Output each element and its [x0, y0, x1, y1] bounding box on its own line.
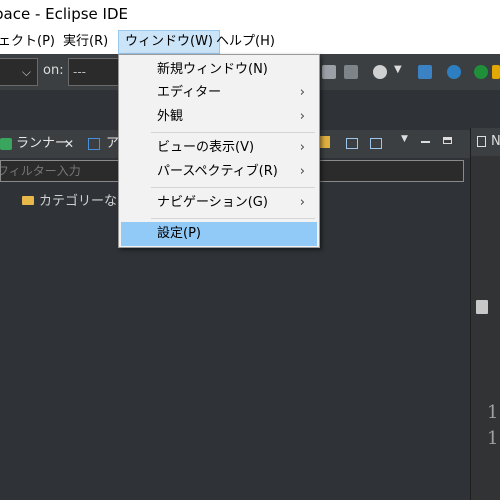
menu-bar: ェクト(P) 実行(R) ウィンドウ(W) ヘルプ(H) — [0, 30, 500, 54]
maximize-icon[interactable] — [443, 137, 452, 144]
submenu-arrow-icon: › — [299, 140, 305, 155]
menu-item-label: 新規ウィンドウ(N) — [157, 62, 268, 77]
launch-target-combo[interactable]: --- — [68, 58, 120, 86]
submenu-arrow-icon: › — [299, 85, 305, 100]
menu-item-perspective[interactable]: パースペクティブ(R) › — [121, 160, 317, 184]
close-tab-icon[interactable]: ✕ — [64, 130, 74, 158]
chevron-down-icon: ⌵ — [21, 65, 31, 79]
collapse-all-icon[interactable] — [346, 138, 358, 149]
save-all-icon[interactable] — [344, 65, 358, 79]
menu-item-new-window[interactable]: 新規ウィンドウ(N) — [121, 58, 317, 82]
menu-separator — [151, 187, 315, 188]
launch-target-value: --- — [73, 65, 86, 79]
menu-item-preferences[interactable]: 設定(P) — [121, 222, 317, 246]
window-menu-dropdown: 新規ウィンドウ(N) エディター › 外観 › ビューの表示(V) › パースペ… — [118, 54, 320, 248]
console-icon[interactable] — [418, 65, 432, 79]
menu-item-label: パースペクティブ(R) — [157, 164, 278, 179]
menu-item-editor[interactable]: エディター › — [121, 81, 317, 105]
menu-item-appearance[interactable]: 外観 › — [121, 105, 317, 129]
menu-separator — [151, 218, 315, 219]
outline-icon — [88, 138, 100, 150]
user-icon[interactable] — [373, 65, 387, 79]
minimize-icon[interactable] — [421, 141, 430, 143]
submenu-arrow-icon: › — [299, 164, 305, 179]
menu-item-label: ナビゲーション(G) — [157, 195, 268, 210]
settings-gear-icon[interactable] — [447, 65, 461, 79]
menu-run[interactable]: 実行(R) — [63, 30, 108, 54]
menu-item-navigation[interactable]: ナビゲーション(G) › — [121, 191, 317, 215]
menu-item-show-view[interactable]: ビューの表示(V) › — [121, 136, 317, 160]
tab-runner[interactable]: ランナー — [16, 130, 68, 158]
right-tab-label: N — [491, 134, 500, 149]
submenu-arrow-icon: › — [299, 109, 305, 124]
menu-help[interactable]: ヘルプ(H) — [216, 30, 275, 54]
runner-icon — [0, 138, 12, 150]
menu-project[interactable]: ェクト(P) — [0, 30, 55, 54]
tree-item-uncategorized[interactable]: カテゴリーなし — [22, 190, 130, 209]
new-folder-icon[interactable] — [320, 136, 330, 148]
window-title: pace - Eclipse IDE — [0, 5, 128, 23]
line-number: 1 — [487, 402, 499, 423]
folder-icon — [22, 196, 34, 205]
launch-mode-combo[interactable]: ⌵ — [0, 58, 38, 86]
menu-separator — [151, 132, 315, 133]
save-icon[interactable] — [322, 65, 336, 79]
menu-item-label: 設定(P) — [157, 226, 201, 241]
submenu-arrow-icon: › — [299, 195, 305, 210]
right-tab[interactable]: N — [471, 128, 500, 156]
title-bar: pace - Eclipse IDE — [0, 0, 500, 30]
tree-item-label: カテゴリーなし — [39, 194, 131, 209]
menu-item-label: エディター — [157, 85, 222, 100]
view-menu-icon[interactable]: ▼ — [401, 134, 408, 144]
menu-item-label: 外観 — [157, 109, 184, 124]
file-icon — [477, 136, 486, 147]
menu-window[interactable]: ウィンドウ(W) — [118, 30, 220, 54]
dropdown-arrow-icon[interactable]: ▼ — [394, 64, 402, 75]
line-number: 1 — [487, 428, 499, 449]
clipboard-icon[interactable] — [476, 300, 488, 314]
filter-placeholder: フィルター入力 — [0, 164, 81, 178]
menu-item-label: ビューの表示(V) — [157, 140, 255, 155]
power-icon[interactable] — [474, 65, 488, 79]
launch-target-label: on: — [43, 63, 64, 78]
expand-all-icon[interactable] — [370, 138, 382, 149]
perspective-icon[interactable] — [492, 65, 500, 79]
